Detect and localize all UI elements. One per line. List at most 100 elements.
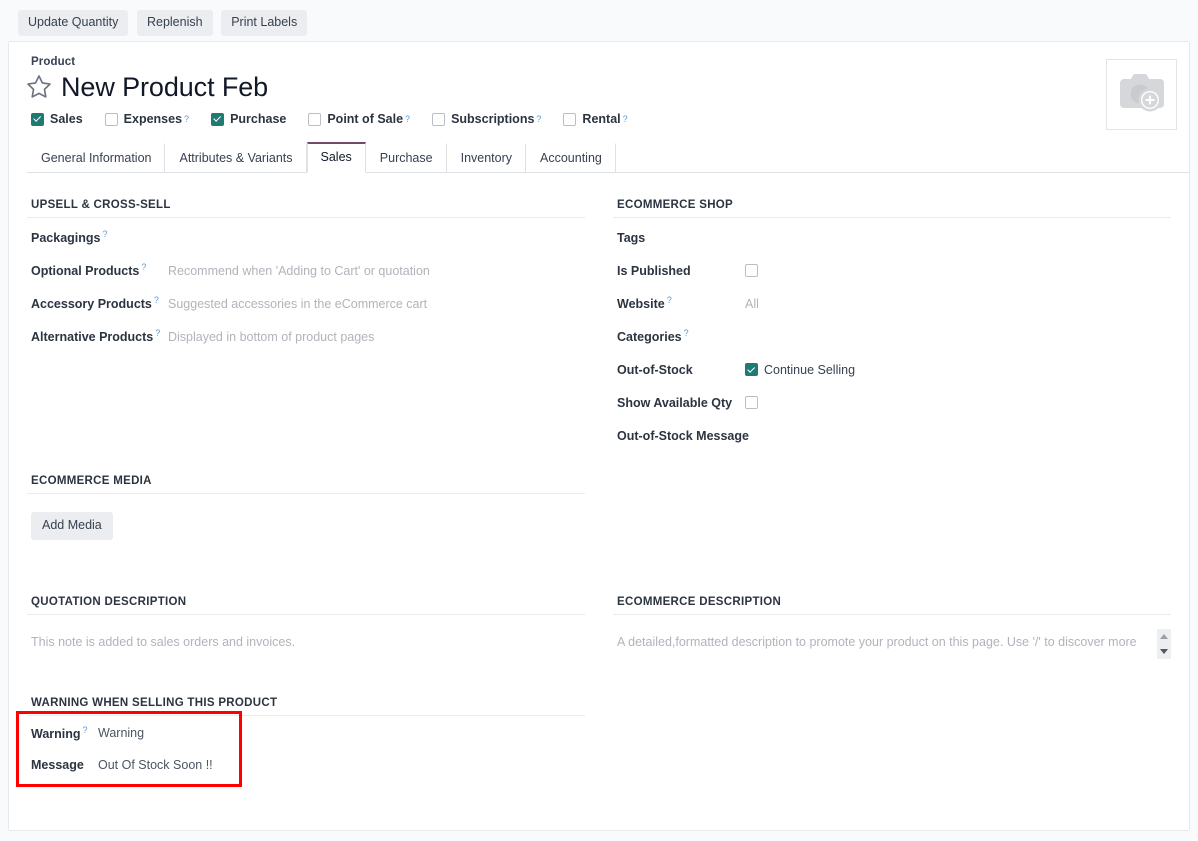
tab-inventory[interactable]: Inventory [447,143,527,173]
print-labels-button[interactable]: Print Labels [221,10,308,36]
subscriptions-checkbox[interactable] [432,112,446,126]
ecommerce-description-group: ECOMMERCE DESCRIPTION A detailed,formatt… [599,570,1171,671]
title-row: New Product Feb [25,70,1167,104]
continue-selling-checkbox[interactable] [745,363,758,376]
tab-sales[interactable]: Sales [306,142,366,173]
section-row-1: UPSELL & CROSS-SELL Packagings? Optional… [27,173,1171,449]
field-out-of-stock-message: Out-of-Stock Message [613,422,1171,449]
field-label: Optional Products? [31,262,147,279]
field-label: Packagings? [31,229,108,246]
product-form-page: Update Quantity Replenish Print Labels P… [0,0,1198,841]
field-label: Warning? [31,724,88,742]
group-title: UPSELL & CROSS-SELL [27,199,585,218]
field-website: Website? All [613,290,1171,317]
checkbox-label: Rental [582,112,621,126]
help-icon[interactable]: ? [536,114,541,124]
is-published-checkbox[interactable] [745,264,758,277]
help-icon[interactable]: ? [141,262,146,272]
field-label: Is Published [617,263,691,278]
field-message: Message Out Of Stock Soon !! [27,750,585,780]
help-icon[interactable]: ? [155,328,160,338]
field-show-available-qty: Show Available Qty [613,389,1171,416]
description-scroll-spinner[interactable] [1157,629,1171,659]
checkbox-sales[interactable]: Sales [31,112,83,126]
add-media-button[interactable]: Add Media [31,512,113,540]
product-type-checkbox-row: Sales Expenses? Purchase Point of Sale? … [31,112,1167,126]
checkbox-label: Sales [50,112,83,126]
field-label: Alternative Products? [31,328,161,345]
checkbox-purchase[interactable]: Purchase [211,112,286,126]
field-optional-products: Optional Products? Recommend when 'Addin… [27,257,585,284]
replenish-button[interactable]: Replenish [136,10,213,36]
update-quantity-button[interactable]: Update Quantity [18,10,129,36]
checkbox-subscriptions[interactable]: Subscriptions? [432,112,541,126]
field-categories: Categories? [613,323,1171,350]
ecommerce-description-wrapper: A detailed,formatted description to prom… [613,615,1171,659]
field-value[interactable]: Suggested accessories in the eCommerce c… [168,297,427,311]
quotation-description-input[interactable]: This note is added to sales orders and i… [27,615,585,651]
field-value[interactable]: All [745,297,759,311]
tab-accounting[interactable]: Accounting [526,143,616,173]
warning-fields-wrapper: Warning? Warning Message Out Of Stock So… [16,711,585,787]
product-image-placeholder[interactable] [1106,59,1177,130]
field-label: Tags [617,230,646,245]
help-icon[interactable]: ? [623,114,628,124]
tab-panel-sales: UPSELL & CROSS-SELL Packagings? Optional… [9,173,1189,787]
help-icon[interactable]: ? [83,725,88,735]
field-out-of-stock: Out-of-Stock Continue Selling [613,356,1171,383]
ecommerce-media-group: ECOMMERCE MEDIA Add Media [27,449,599,570]
chevron-down-icon[interactable] [1160,649,1168,654]
help-icon[interactable]: ? [154,295,159,305]
help-icon[interactable]: ? [184,114,189,124]
checkbox-label: Expenses [123,112,183,126]
purchase-checkbox[interactable] [211,112,225,126]
tab-attributes-variants[interactable]: Attributes & Variants [165,143,307,173]
field-label: Message [31,758,84,772]
continue-selling-label: Continue Selling [764,362,856,377]
field-label: Out-of-Stock [617,362,693,377]
ecommerce-description-input[interactable]: A detailed,formatted description to prom… [613,615,1137,651]
field-label: Categories? [617,328,689,345]
ecommerce-shop-group: ECOMMERCE SHOP Tags Is Published Website… [599,173,1171,449]
control-panel: Update Quantity Replenish Print Labels [0,0,1198,41]
field-value[interactable]: Displayed in bottom of product pages [168,330,374,344]
checkbox-label: Point of Sale [327,112,404,126]
chevron-up-icon[interactable] [1160,634,1168,639]
help-icon[interactable]: ? [684,328,689,338]
quotation-description-group: QUOTATION DESCRIPTION This note is added… [27,570,599,671]
group-title: ECOMMERCE DESCRIPTION [613,596,1171,615]
checkbox-label: Purchase [230,112,287,126]
field-label: Out-of-Stock Message [617,428,749,443]
help-icon[interactable]: ? [667,295,672,305]
field-alternative-products: Alternative Products? Displayed in botto… [27,323,585,350]
notebook-tabs: General Information Attributes & Variant… [27,142,1189,173]
help-icon[interactable]: ? [102,229,107,239]
star-outline-icon[interactable] [25,73,53,101]
checkbox-rental[interactable]: Rental? [563,112,628,126]
tab-purchase[interactable]: Purchase [366,143,447,173]
ecommerce-media-right-spacer [599,449,1171,570]
warning-value[interactable]: Warning [98,726,144,740]
checkbox-point-of-sale[interactable]: Point of Sale? [308,112,410,126]
field-value[interactable]: Recommend when 'Adding to Cart' or quota… [168,264,430,278]
rental-checkbox[interactable] [563,112,577,126]
upsell-cross-sell-group: UPSELL & CROSS-SELL Packagings? Optional… [27,173,599,449]
message-value[interactable]: Out Of Stock Soon !! [98,758,213,772]
checkbox-label: Subscriptions [451,112,535,126]
expenses-checkbox[interactable] [104,112,118,126]
group-title: WARNING WHEN SELLING THIS PRODUCT [27,697,585,716]
checkbox-expenses[interactable]: Expenses? [104,112,189,126]
section-row-2: ECOMMERCE MEDIA Add Media [27,449,1171,570]
field-accessory-products: Accessory Products? Suggested accessorie… [27,290,585,317]
show-available-qty-checkbox[interactable] [745,396,758,409]
warning-when-selling-group: WARNING WHEN SELLING THIS PRODUCT Warnin… [16,671,599,787]
help-icon[interactable]: ? [405,114,410,124]
field-warning: Warning? Warning [27,718,585,748]
tab-general-information[interactable]: General Information [27,143,166,173]
sales-checkbox[interactable] [31,112,44,126]
group-title: ECOMMERCE SHOP [613,199,1171,218]
point-of-sale-checkbox[interactable] [308,112,322,126]
field-label: Website? [617,295,672,312]
